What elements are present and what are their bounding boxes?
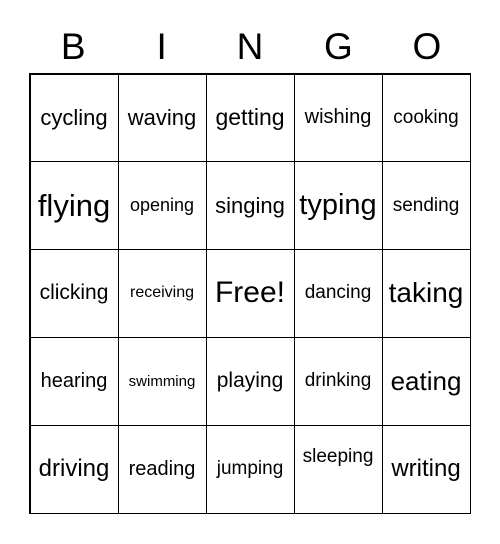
bingo-cell[interactable]: flying [29, 161, 119, 251]
bingo-cell[interactable]: cooking [381, 73, 471, 163]
bingo-cell[interactable]: wishing [293, 73, 383, 163]
bingo-cell[interactable]: jumping [205, 424, 295, 514]
cell-text: reading [128, 457, 196, 480]
cell-text: driving [38, 455, 110, 483]
bingo-cell[interactable]: opening [117, 161, 207, 251]
bingo-cell[interactable]: singing [205, 161, 295, 251]
cell-text: taking [388, 277, 464, 309]
header-letter-i: I [156, 26, 167, 67]
cell-text: eating [390, 365, 462, 396]
cell-text: flying [37, 187, 111, 223]
bingo-cell[interactable]: getting [205, 73, 295, 163]
cell-text: cooking [393, 106, 459, 128]
bingo-cell[interactable]: writing [381, 424, 471, 514]
cell-text: jumping [216, 458, 284, 480]
cell-text: hearing [40, 369, 108, 392]
bingo-cell[interactable]: taking [381, 249, 471, 338]
cell-text: receiving [129, 284, 195, 302]
cell-text: sleeping [302, 446, 374, 468]
cell-text: drinking [304, 370, 372, 392]
header-letter-b: B [60, 26, 86, 67]
bingo-cell[interactable]: cycling [29, 73, 119, 163]
cell-text: writing [391, 455, 461, 483]
cell-text: clicking [39, 281, 109, 305]
bingo-cell[interactable]: sending [381, 161, 471, 251]
header-letter-o: O [412, 26, 442, 67]
cell-text: sending [392, 194, 460, 216]
cell-text: wishing [304, 106, 372, 129]
cell-text: typing [299, 189, 377, 222]
cell-text: Free! [214, 276, 286, 310]
cell-text: swimming [128, 372, 196, 390]
header-letter-n: N [236, 26, 264, 67]
bingo-cell[interactable]: Free! [205, 249, 295, 338]
bingo-cell[interactable]: swimming [117, 336, 207, 426]
bingo-grid: cycling waving getting wishing cooking flying… [29, 73, 471, 514]
cell-text: singing [215, 192, 285, 218]
bingo-cell[interactable]: playing [205, 336, 295, 426]
cell-text: getting [215, 104, 285, 131]
bingo-cell[interactable]: receiving [117, 249, 207, 338]
cell-text: waving [127, 104, 197, 130]
bingo-cell[interactable]: hearing [29, 336, 119, 426]
bingo-cell[interactable]: sleeping [293, 424, 383, 514]
bingo-cell[interactable]: waving [117, 73, 207, 163]
bingo-cell[interactable]: driving [29, 424, 119, 514]
bingo-cell[interactable]: reading [117, 424, 207, 514]
bingo-cell[interactable]: dancing [293, 249, 383, 338]
cell-text: dancing [304, 282, 372, 304]
cell-text: playing [216, 369, 284, 393]
cell-text: cycling [40, 104, 108, 130]
bingo-cell[interactable]: drinking [293, 336, 383, 426]
header-letter-g: G [324, 26, 353, 67]
bingo-cell[interactable]: clicking [29, 249, 119, 338]
cell-text: opening [129, 195, 195, 216]
bingo-header: B I N G O [29, 22, 471, 72]
bingo-cell[interactable]: eating [381, 336, 471, 426]
bingo-cell[interactable]: typing [293, 161, 383, 251]
